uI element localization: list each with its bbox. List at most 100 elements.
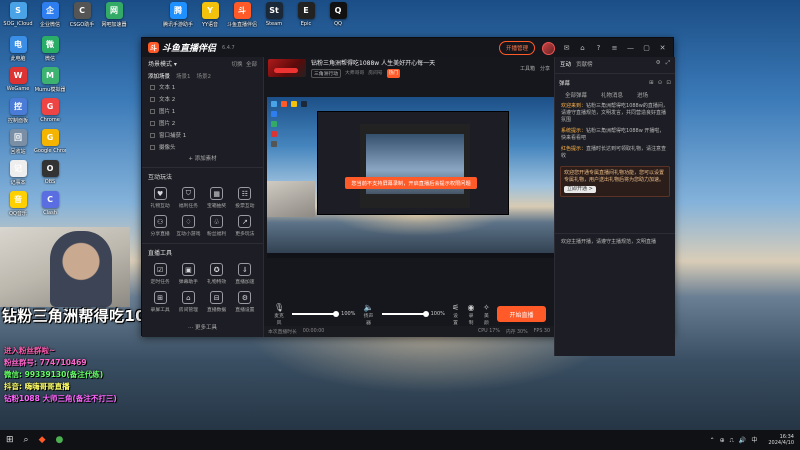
source-checkbox[interactable] xyxy=(150,96,155,102)
open-gift-button[interactable]: 立即开通 > xyxy=(564,186,596,193)
start-live-button[interactable]: 开始直播 xyxy=(497,306,547,322)
chrome-taskbar-icon[interactable]: ● xyxy=(56,435,64,445)
desktop-shortcut[interactable]: G Google Chrome xyxy=(34,129,66,154)
chat-user[interactable]: 系统提示： xyxy=(561,128,586,134)
desktop-shortcut[interactable]: W WeGame xyxy=(2,67,34,92)
tool-button[interactable]: ☑ 定时任务 xyxy=(146,263,174,285)
tool-button[interactable]: ☷ 投票互动 xyxy=(231,187,259,209)
sub-tab-all[interactable]: 全部弹幕 xyxy=(565,91,587,99)
mail-icon[interactable]: ✉ xyxy=(562,44,571,53)
tool-button[interactable]: ⚇ 分享直播 xyxy=(146,215,174,237)
tab-add-scene[interactable]: 添加场景 xyxy=(148,72,170,80)
source-checkbox[interactable] xyxy=(150,120,155,126)
tool-button[interactable]: ▦ 宝箱抽奖 xyxy=(203,187,231,209)
scene-mode-dropdown[interactable]: 场景模式 ▾ xyxy=(148,59,177,68)
sub-tab-enter[interactable]: 进场 xyxy=(637,91,648,99)
scene-switch-button[interactable]: 切换 xyxy=(231,62,242,68)
expand-icon[interactable]: ⤢ xyxy=(666,60,670,67)
filter-icon[interactable]: ⊞ xyxy=(649,80,654,86)
desktop-shortcut[interactable]: 控控制面板 xyxy=(2,98,34,124)
tray-icon[interactable]: ⊕ xyxy=(720,437,725,444)
desktop-shortcut[interactable]: 企企业微信 xyxy=(34,2,66,28)
source-item[interactable]: 文本 2👁 xyxy=(142,76,675,356)
mic-volume-slider[interactable] xyxy=(292,311,340,317)
desktop-shortcut[interactable]: C Clash xyxy=(34,191,66,216)
chat-user[interactable]: 红色提示： xyxy=(561,146,586,152)
desktop-shortcut[interactable]: 电此电脑 xyxy=(2,36,34,62)
minimize-button[interactable]: — xyxy=(626,44,635,53)
start-button[interactable]: ⊞ xyxy=(6,435,14,445)
speaker-control[interactable]: 🔈 扬声器 xyxy=(361,303,375,326)
tool-button[interactable]: ⌂ 房间管理 xyxy=(174,291,202,313)
restore-button[interactable]: ▢ xyxy=(642,44,651,53)
desktop-shortcut[interactable]: 音 QQ音乐 xyxy=(2,191,34,217)
permission-toast[interactable]: 您当前不支持屏幕录制，开启直播后会提示权限问题 xyxy=(345,177,477,189)
source-item[interactable]: 图片 2👁 xyxy=(142,76,675,356)
mic-volume-knob[interactable] xyxy=(333,311,340,317)
desktop-shortcut[interactable]: O OBS xyxy=(34,160,66,185)
toolbox-button[interactable]: 工具箱 xyxy=(520,65,535,72)
tray-icon[interactable]: 中 xyxy=(751,437,757,444)
desktop-shortcut[interactable]: 微微信 xyxy=(34,36,66,62)
desktop-shortcut[interactable]: G Chrome xyxy=(34,98,66,123)
tool-button[interactable]: ✪ 礼物特效 xyxy=(203,263,231,285)
tool-button[interactable]: ⛉ 福利任务 xyxy=(174,187,202,209)
tool-button[interactable]: ⇓ 直播加速 xyxy=(231,263,259,285)
source-item[interactable]: 图片 1👁 xyxy=(142,76,675,356)
tool-button[interactable]: ⊟ 直播数据 xyxy=(203,291,231,313)
settings-icon[interactable]: ⚙ xyxy=(656,60,661,67)
source-item[interactable]: 摄像头👁 xyxy=(142,76,675,356)
live-manage-button[interactable]: 开播管理 xyxy=(498,41,535,55)
source-checkbox[interactable] xyxy=(150,108,155,114)
desktop-shortcut[interactable]: 回回收站 xyxy=(2,129,34,155)
tool-button[interactable]: ↗ 更多玩法 xyxy=(231,215,259,237)
tool-button[interactable]: ♢ 互动小游戏 xyxy=(174,215,202,237)
tab-scene-2[interactable]: 场景2 xyxy=(197,72,212,80)
desktop-shortcut[interactable]: 斗斗鱼直播伴侣 xyxy=(226,2,258,28)
lock-icon[interactable]: ⊙ xyxy=(658,80,663,86)
desktop-shortcut[interactable]: Y YY语音 xyxy=(194,2,226,28)
popout-icon[interactable]: ⊡ xyxy=(666,80,671,86)
douyu-taskbar-icon[interactable]: ◆ xyxy=(39,435,46,445)
chat-tab[interactable]: 弹幕 xyxy=(559,79,570,87)
tool-button[interactable]: ▣ 弹幕助手 xyxy=(174,263,202,285)
desktop-shortcut[interactable]: 记记事本 xyxy=(2,160,34,186)
source-checkbox[interactable] xyxy=(150,144,155,150)
clock[interactable]: 16:34 2024/4/10 xyxy=(768,434,794,446)
tray-icon[interactable]: ⎍ xyxy=(730,437,734,444)
source-checkbox[interactable] xyxy=(150,132,155,138)
more-tools-button[interactable]: ··· 更多工具 xyxy=(142,323,263,331)
desktop-shortcut[interactable]: 腾腾讯手游助手 xyxy=(162,2,194,28)
help-icon[interactable]: ? xyxy=(594,44,603,53)
share-button[interactable]: 分享 xyxy=(540,65,550,72)
desktop-shortcut[interactable]: St Steam xyxy=(258,2,290,27)
add-source-button[interactable]: + 添加素材 xyxy=(142,153,263,165)
search-icon[interactable]: ⌕ xyxy=(24,435,29,445)
tool-button[interactable]: ⚙ 直播设置 xyxy=(231,291,259,313)
chat-user[interactable]: 欢迎来到： xyxy=(561,103,586,109)
scene-all-button[interactable]: 全部 xyxy=(246,62,257,68)
source-item[interactable]: 文本 1👁 xyxy=(142,76,675,356)
user-avatar[interactable] xyxy=(542,41,555,55)
desktop-shortcut[interactable]: M Mumu模拟器 xyxy=(34,67,66,93)
tool-button[interactable]: ♧ 粉丝福利 xyxy=(203,215,231,237)
room-cover-thumbnail[interactable] xyxy=(268,59,306,77)
desktop-shortcut[interactable]: C CSGO助手 xyxy=(66,2,98,28)
tool-button[interactable]: ♥ 礼物互动 xyxy=(146,187,174,209)
tool-button[interactable]: ⊞ 录屏工具 xyxy=(146,291,174,313)
speaker-volume-slider[interactable] xyxy=(381,311,429,317)
menu-icon[interactable]: ≡ xyxy=(610,44,619,53)
mic-control[interactable]: 🎙 麦克风 xyxy=(272,303,286,326)
tab-scene-1[interactable]: 场景1 xyxy=(176,72,191,80)
stream-preview[interactable]: 您当前不支持屏幕录制，开启直播后会提示权限问题 xyxy=(267,97,554,258)
desktop-shortcut[interactable]: S SOG_iCloud xyxy=(2,2,34,27)
close-button[interactable]: ✕ xyxy=(658,44,667,53)
source-item[interactable]: 窗口捕获 1👁 xyxy=(142,76,675,356)
source-checkbox[interactable] xyxy=(150,84,155,90)
tray-icon[interactable]: 🔊 xyxy=(739,437,746,444)
beauty-control[interactable]: ✧ 美颜 xyxy=(482,303,491,326)
tab-interact[interactable]: 互动 xyxy=(560,60,571,68)
record-control[interactable]: ◉ 录制 xyxy=(466,303,475,326)
shirt-icon[interactable]: ⌂ xyxy=(578,44,587,53)
tab-contribution[interactable]: 贡献榜 xyxy=(576,60,593,68)
